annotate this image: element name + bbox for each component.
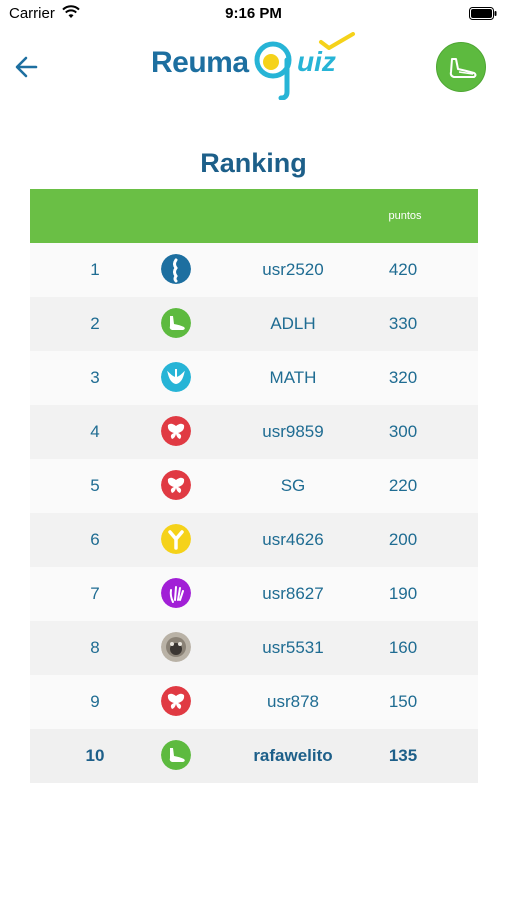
rank-cell: 9 <box>90 692 100 711</box>
points-cell: 190 <box>388 584 418 603</box>
username-cell: SG <box>280 476 306 495</box>
avatar-cell <box>160 308 192 340</box>
table-row: 3 MATH 320 <box>30 351 478 405</box>
logo-q-icon <box>254 41 292 100</box>
avatar-cell <box>160 686 192 718</box>
avatar-cell <box>160 578 192 610</box>
butterfly-icon <box>161 470 191 500</box>
username-cell: usr8627 <box>262 584 324 603</box>
page-title: Ranking <box>200 148 307 178</box>
table-row: 8 usr5531 160 <box>30 621 478 675</box>
points-cell: 320 <box>388 368 418 387</box>
status-bar: Carrier 9:16 PM <box>0 0 507 28</box>
back-button[interactable] <box>10 50 44 84</box>
rank-cell: 4 <box>90 422 100 441</box>
username-cell: usr5531 <box>262 638 324 657</box>
rank-cell: 6 <box>90 530 100 549</box>
table-row: 4 usr9859 300 <box>30 405 478 459</box>
hand-icon <box>161 578 191 608</box>
points-cell: 300 <box>388 422 418 441</box>
table-row: 2 ADLH 330 <box>30 297 478 351</box>
table-row: 9 usr878 150 <box>30 675 478 729</box>
avatar-cell <box>160 362 192 394</box>
table-row: 1 usr2520 420 <box>30 243 478 297</box>
header-points: puntos <box>388 210 422 222</box>
foot-icon <box>161 308 191 338</box>
rank-cell: 7 <box>90 584 100 603</box>
spine-icon <box>161 254 191 284</box>
avatar-cell <box>160 524 192 556</box>
points-cell: 220 <box>388 476 418 495</box>
points-cell: 420 <box>388 260 418 279</box>
pelvis-icon <box>161 362 191 392</box>
butterfly-icon <box>161 686 191 716</box>
username-cell: MATH <box>269 368 317 387</box>
username-cell: usr2520 <box>262 260 324 279</box>
avatar-cell <box>160 632 192 664</box>
reumaquiz-logo: Reuma uiz <box>145 32 365 100</box>
points-cell: 135 <box>388 746 418 765</box>
logo-main-text: Reuma <box>151 46 249 79</box>
rank-cell: 8 <box>90 638 100 657</box>
profile-avatar-button[interactable] <box>436 42 486 92</box>
username-cell: rafawelito <box>253 746 333 765</box>
username-cell: usr9859 <box>262 422 324 441</box>
rank-cell: 2 <box>90 314 100 333</box>
pug-photo-icon <box>161 632 191 662</box>
avatar-cell <box>160 470 192 502</box>
username-cell: usr878 <box>267 692 319 711</box>
table-row: 5 SG 220 <box>30 459 478 513</box>
table-row: 7 usr8627 190 <box>30 567 478 621</box>
foot-icon <box>449 58 477 78</box>
table-header: puntos <box>30 189 478 243</box>
ranking-table: puntos 1 usr2520 420 2 ADLH 330 3 MATH 320 4 usr98… <box>30 189 478 783</box>
username-cell: usr4626 <box>262 530 324 549</box>
rank-cell: 5 <box>90 476 100 495</box>
points-cell: 200 <box>388 530 418 549</box>
back-arrow-icon <box>15 56 38 78</box>
rank-cell: 10 <box>85 746 105 765</box>
foot-icon <box>161 740 191 770</box>
clock: 9:16 PM <box>225 5 282 22</box>
antibody-icon <box>161 524 191 554</box>
avatar-cell <box>160 416 192 448</box>
points-cell: 150 <box>388 692 418 711</box>
nav-bar: Reuma uiz <box>0 28 507 108</box>
battery-icon <box>469 7 497 20</box>
points-cell: 160 <box>388 638 418 657</box>
avatar-cell <box>160 740 192 772</box>
avatar-cell <box>160 254 192 286</box>
logo-check-icon <box>319 32 355 50</box>
butterfly-icon <box>161 416 191 446</box>
rank-cell: 1 <box>90 260 100 279</box>
table-row: 6 usr4626 200 <box>30 513 478 567</box>
points-cell: 330 <box>388 314 418 333</box>
table-row: 10 rafawelito 135 <box>30 729 478 783</box>
username-cell: ADLH <box>270 314 316 333</box>
table-body: 1 usr2520 420 2 ADLH 330 3 MATH 320 4 usr9859 300 5 S… <box>30 243 478 783</box>
rank-cell: 3 <box>90 368 100 387</box>
